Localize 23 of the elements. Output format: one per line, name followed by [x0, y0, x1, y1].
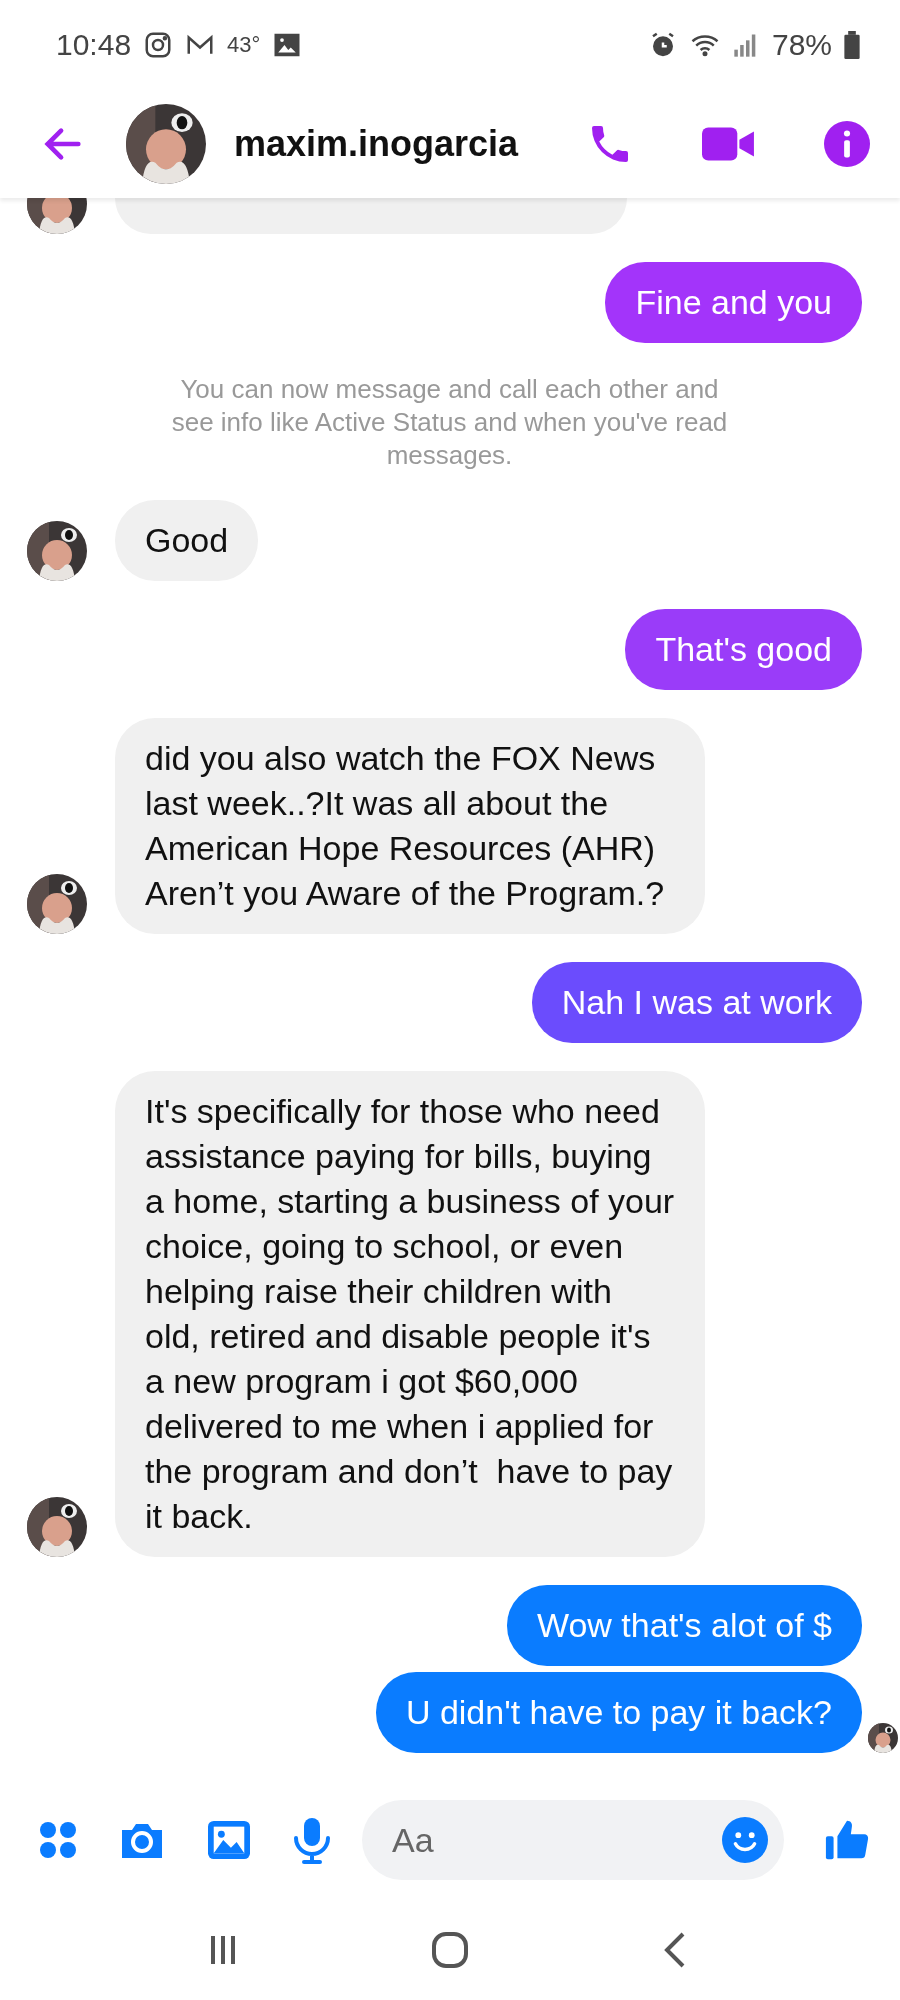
- contact-name[interactable]: maxim.inogarcia: [234, 123, 519, 165]
- system-notice: You can now message and call each other and see info like Active Status and when you've read messages.: [170, 373, 729, 472]
- menu-dots-icon[interactable]: [38, 1820, 78, 1860]
- message-field[interactable]: Aa: [362, 1800, 784, 1880]
- message-bubble: That's good: [625, 609, 862, 690]
- message-bubble: Wow that's alot of $: [507, 1585, 862, 1666]
- message-bubble: Nah I was at work: [531, 962, 862, 1043]
- message-bubble: It's specifically for those who need assistance paying for bills, buying a home, starting a business of your choice, going to school, or even helping raise their children with old, retired and disable people it's a new program i got $60,000 delivered to me when i applied for the program and don’t have to pay it back.: [115, 1071, 705, 1557]
- message-bubble: U didn't have to pay it back?: [375, 1672, 862, 1753]
- battery-level: 78%: [771, 28, 832, 62]
- camera-icon: [143, 30, 174, 60]
- home-button[interactable]: [430, 1930, 470, 1970]
- battery-icon: [844, 31, 860, 59]
- clock: 10:48: [56, 28, 132, 62]
- temperature: 43°: [227, 32, 261, 58]
- message-input[interactable]: Aa: [390, 1819, 722, 1861]
- microphone-button[interactable]: [292, 1816, 332, 1864]
- emoji-icon[interactable]: [722, 1817, 768, 1863]
- message-bubble: did you also watch the FOX News last week..?It was all about the American Hope Resources (AHR) Aren’t you Aware of the Program.?: [115, 718, 705, 934]
- message-bubble: Good: [115, 500, 259, 581]
- message-bubble: Fine and you: [605, 262, 862, 343]
- gallery-button[interactable]: [206, 1819, 252, 1861]
- info-button[interactable]: [824, 121, 871, 167]
